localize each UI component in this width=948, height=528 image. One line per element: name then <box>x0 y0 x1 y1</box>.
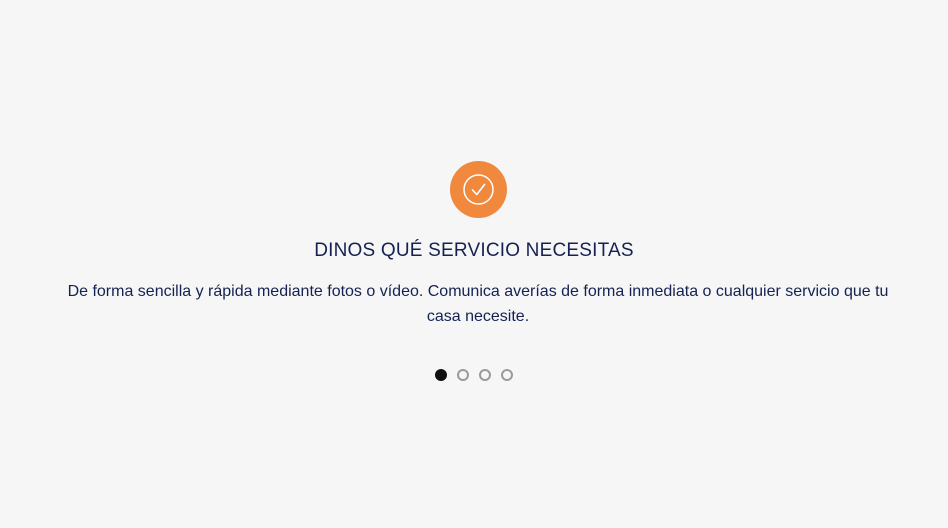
check-icon <box>463 174 494 205</box>
slide-description: De forma sencilla y rápida mediante foto… <box>67 283 889 325</box>
pagination-dot-2[interactable] <box>457 369 469 381</box>
check-circle-icon <box>450 161 507 218</box>
pagination-dot-1[interactable] <box>435 369 447 381</box>
carousel-slide: DINOS QUÉ SERVICIO NECESITAS De forma se… <box>0 0 948 528</box>
pagination-dot-4[interactable] <box>501 369 513 381</box>
carousel-pagination <box>0 369 948 381</box>
slide-title: DINOS QUÉ SERVICIO NECESITAS <box>314 240 634 261</box>
pagination-dot-3[interactable] <box>479 369 491 381</box>
